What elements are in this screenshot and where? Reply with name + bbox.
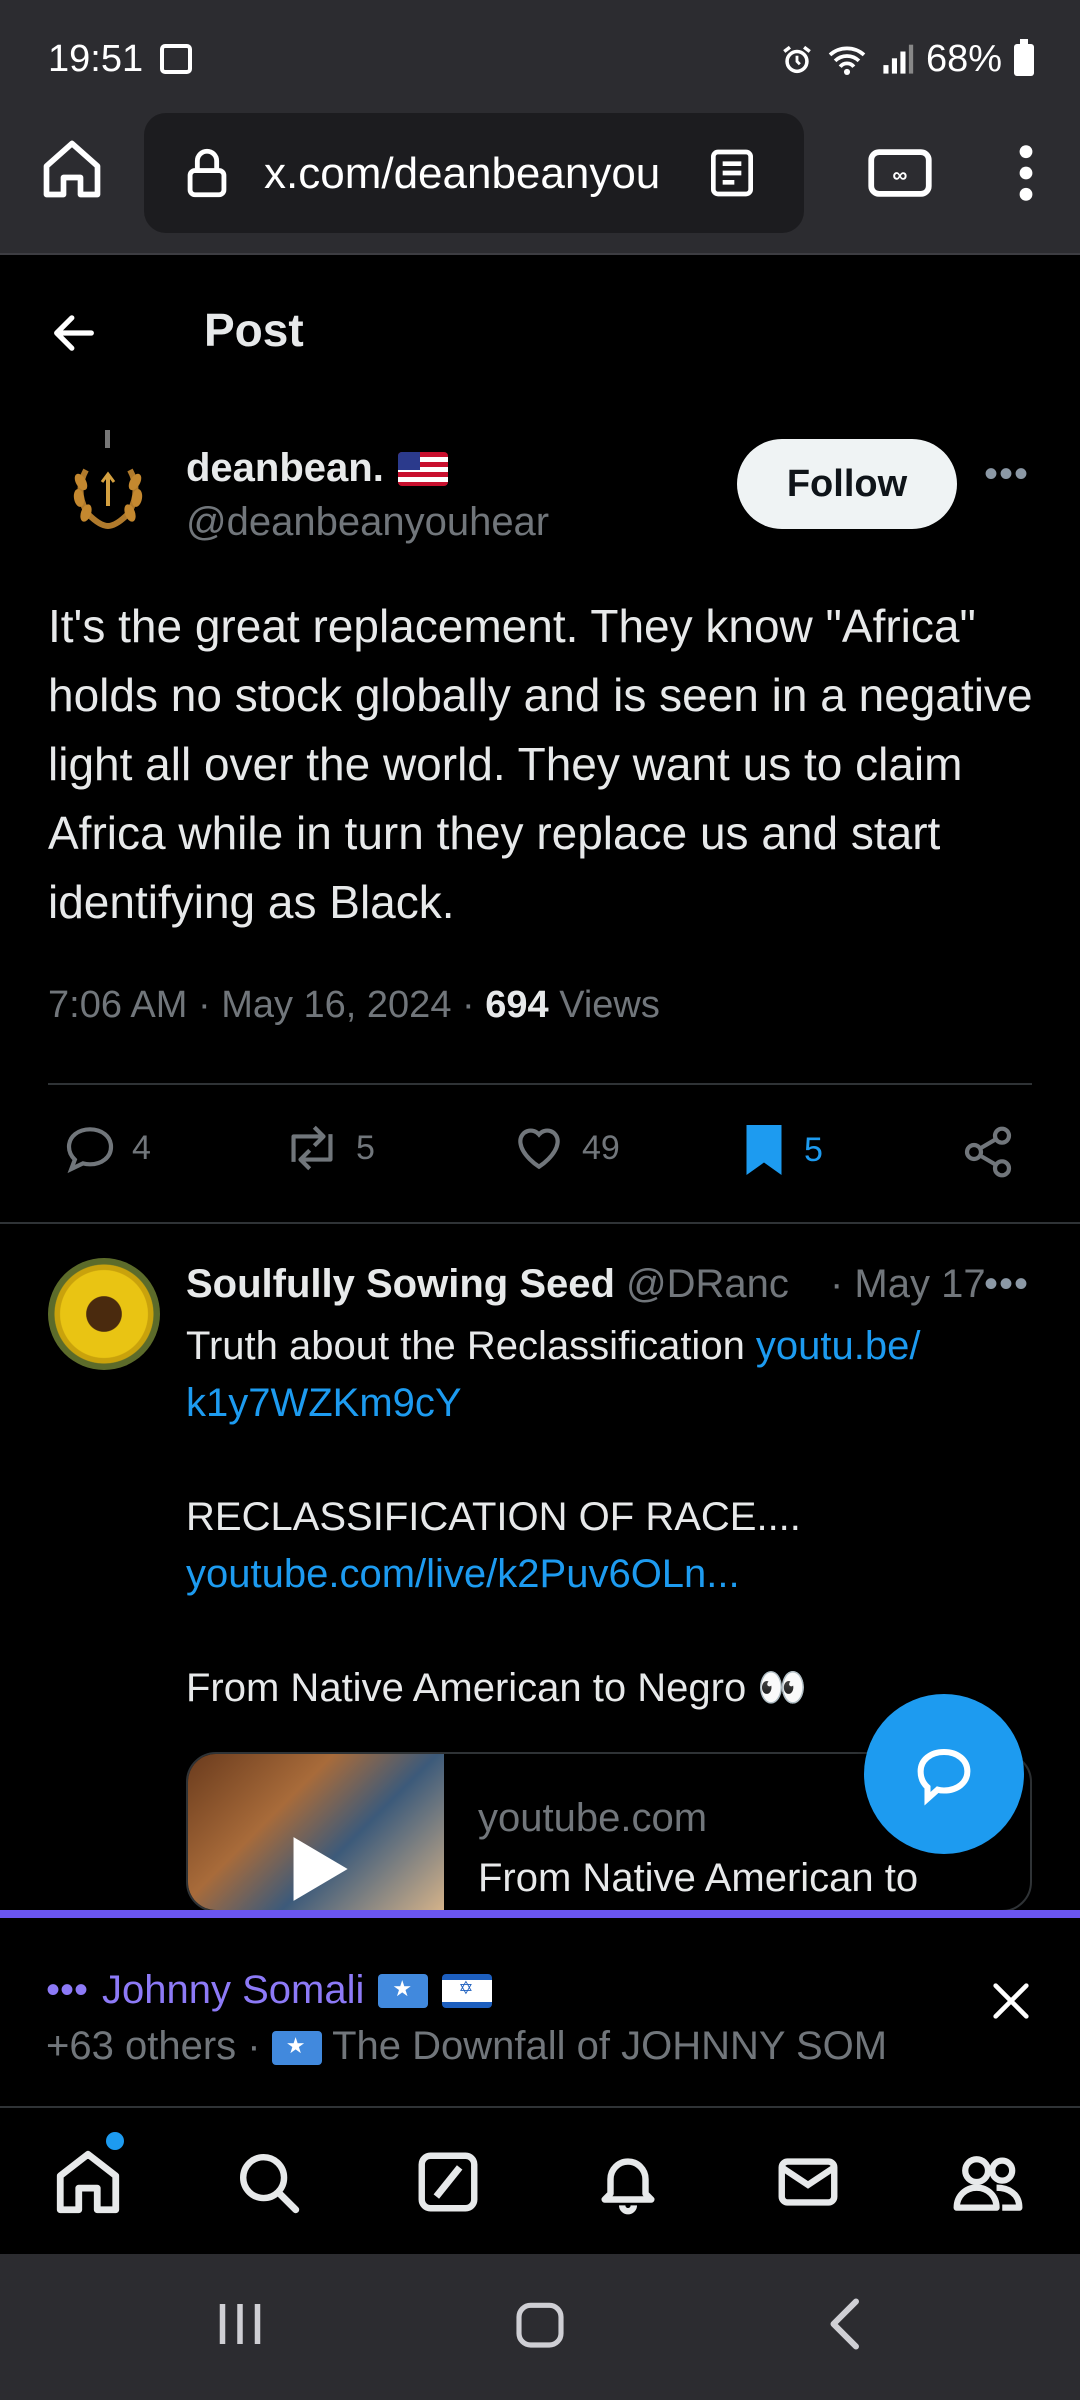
us-flag-icon: [397, 451, 448, 486]
israel-flag-icon: [442, 1973, 493, 2008]
author-name[interactable]: deanbean.: [186, 446, 448, 491]
spaces-bar[interactable]: ••• Johnny Somali +63 others · The Downf…: [0, 1910, 1080, 2106]
post-timestamp[interactable]: 7:06 AM · May 16, 2024 ·: [48, 984, 485, 1026]
home-filled-icon: [56, 2150, 120, 2214]
reply-line3: From Native American to Negro 👀: [186, 1666, 808, 1710]
wifi-icon: [828, 46, 866, 75]
tab-home[interactable]: [48, 2142, 128, 2222]
signal-icon: [883, 44, 914, 74]
reply-author-name[interactable]: Soulfully Sowing Seed: [186, 1262, 615, 1306]
post-header: Post: [0, 255, 1080, 405]
bottom-tab-bar: [0, 2106, 1080, 2254]
status-time: 19:51: [48, 38, 144, 80]
communities-icon: [953, 2156, 1023, 2211]
spaces-others: +63 others ·: [46, 2024, 272, 2068]
search-icon: [240, 2154, 300, 2214]
close-icon[interactable]: [988, 1978, 1034, 2024]
back-button-icon[interactable]: [820, 2294, 872, 2354]
divider: [48, 1083, 1032, 1085]
tab-notifications[interactable]: [588, 2142, 668, 2222]
views-label: Views: [548, 984, 660, 1026]
lock-icon[interactable]: [178, 143, 236, 203]
views-count: 694: [485, 984, 549, 1026]
video-thumbnail[interactable]: [188, 1754, 444, 1910]
grok-icon: [418, 2152, 478, 2212]
back-arrow-icon[interactable]: [48, 307, 100, 359]
reader-mode-icon[interactable]: [704, 145, 760, 201]
somalia-flag-icon: [378, 1973, 429, 2008]
reply-line2: RECLASSIFICATION OF RACE....: [186, 1495, 801, 1539]
author-name-text[interactable]: deanbean.: [186, 446, 384, 491]
share-icon[interactable]: [960, 1124, 1016, 1180]
spaces-info-line[interactable]: +63 others · The Downfall of JOHNNY SOM: [46, 2024, 946, 2069]
reply-avatar[interactable]: [48, 1258, 160, 1370]
reply-line1: Truth about the Reclassification: [186, 1324, 756, 1368]
bookmark-count: 5: [804, 1130, 823, 1169]
home-button-icon[interactable]: [512, 2294, 568, 2354]
status-icons: 68%: [780, 38, 1034, 81]
laurel-wreath-icon: [73, 426, 143, 529]
follow-button[interactable]: Follow: [737, 439, 957, 529]
live-dots-icon: •••: [46, 1968, 89, 2012]
reply-count: 4: [132, 1128, 151, 1167]
play-icon[interactable]: [286, 1834, 352, 1904]
alarm-icon: [783, 45, 811, 73]
gallery-notification-icon: [160, 44, 192, 74]
reply-more-icon[interactable]: •••: [984, 1262, 1029, 1307]
like-count: 49: [582, 1128, 620, 1167]
tab-messages[interactable]: [768, 2142, 848, 2222]
repost-button[interactable]: 5: [282, 1120, 375, 1176]
system-navigation-bar: [0, 2254, 1080, 2400]
reply-icon: [66, 1127, 114, 1174]
spaces-title: The Downfall of JOHNNY SOM: [332, 2024, 888, 2068]
author-avatar[interactable]: [48, 426, 168, 550]
repost-icon: [291, 1125, 333, 1171]
post-more-icon[interactable]: •••: [984, 452, 1029, 497]
tab-grok[interactable]: [408, 2142, 488, 2222]
svg-text:∞: ∞: [893, 164, 908, 187]
author-handle[interactable]: @deanbeanyouhear: [186, 500, 549, 545]
battery-percent: 68%: [925, 38, 1002, 80]
tabs-icon[interactable]: ∞: [866, 143, 934, 203]
home-notification-dot: [106, 2132, 124, 2150]
repost-count: 5: [356, 1128, 375, 1167]
somalia-flag-icon: [271, 2031, 322, 2066]
heart-icon: [518, 1128, 560, 1170]
reply-link-youtube-live[interactable]: youtube.com/live/k2Puv6OLn...: [186, 1546, 1016, 1603]
reply-fab-button[interactable]: [864, 1694, 1024, 1854]
like-button[interactable]: 49: [510, 1120, 620, 1176]
home-icon[interactable]: [38, 135, 106, 203]
spaces-host-name[interactable]: Johnny Somali: [102, 1968, 364, 2013]
mail-icon: [778, 2158, 838, 2206]
browser-menu-icon[interactable]: [1008, 141, 1044, 205]
tab-communities[interactable]: [948, 2142, 1028, 2222]
card-domain: youtube.com: [478, 1796, 708, 1840]
bell-icon: [601, 2158, 655, 2215]
divider: [0, 1222, 1080, 1224]
page-title: Post: [204, 304, 304, 356]
card-title: From Native American to: [478, 1856, 919, 1900]
url-text[interactable]: x.com/deanbeanyou: [264, 149, 674, 199]
post-text: It's the great replacement. They know "A…: [48, 600, 1033, 928]
chat-bubble-icon: [917, 1748, 971, 1806]
reply-date[interactable]: · May 17: [826, 1262, 986, 1307]
bookmark-button[interactable]: 5: [738, 1120, 823, 1180]
url-bar[interactable]: x.com/deanbeanyou: [144, 113, 804, 233]
reply-body: Truth about the Reclassification youtu.b…: [186, 1318, 1016, 1717]
bookmark-filled-icon: [746, 1125, 782, 1175]
status-bar: 19:51 68%: [0, 0, 1080, 105]
battery-icon: [1014, 38, 1034, 76]
browser-toolbar: x.com/deanbeanyou ∞: [0, 105, 1080, 255]
reply-button[interactable]: 4: [62, 1120, 151, 1176]
reply-author-handle[interactable]: @DRanc: [615, 1262, 789, 1306]
recent-apps-icon[interactable]: [214, 2294, 266, 2354]
spaces-host-line[interactable]: ••• Johnny Somali: [46, 1968, 493, 2013]
post-meta: 7:06 AM · May 16, 2024 · 694 Views: [48, 984, 660, 1027]
tab-search[interactable]: [228, 2142, 308, 2222]
post-actions: 4 5 49 5: [0, 1110, 1080, 1200]
